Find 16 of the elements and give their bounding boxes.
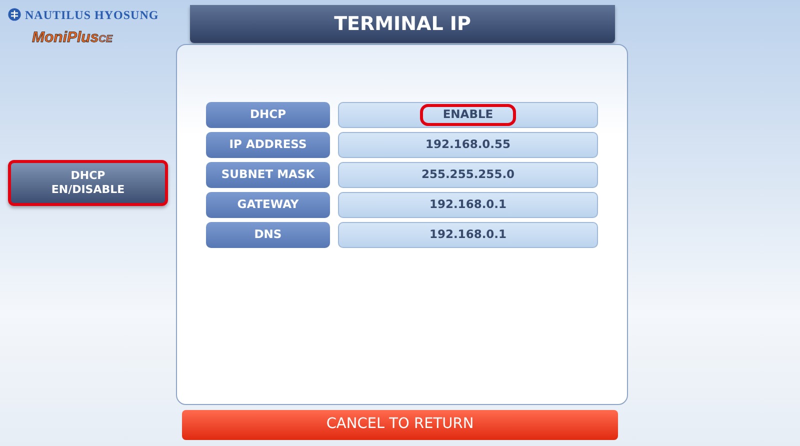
field-value: 192.168.0.1 <box>428 226 508 244</box>
logo-icon <box>8 8 21 21</box>
cancel-button[interactable]: CANCEL TO RETURN <box>182 410 618 440</box>
brand-name: NAUTILUS HYOSUNG <box>25 8 159 20</box>
field-value: 192.168.0.1 <box>428 196 508 214</box>
field-value: 192.168.0.55 <box>424 136 512 154</box>
product-logo: MoniPlusCE <box>32 29 113 46</box>
screen-title: TERMINAL IP <box>190 5 615 43</box>
field-label: GATEWAY <box>206 192 330 218</box>
field-label: DHCP <box>206 102 330 128</box>
field-value: ENABLE <box>420 104 516 126</box>
field-value: 255.255.255.0 <box>420 166 516 184</box>
field-label: IP ADDRESS <box>206 132 330 158</box>
field-label: SUBNET MASK <box>206 162 330 188</box>
side-button[interactable]: DHCP EN/DISABLE <box>8 160 168 206</box>
field-label: DNS <box>206 222 330 248</box>
